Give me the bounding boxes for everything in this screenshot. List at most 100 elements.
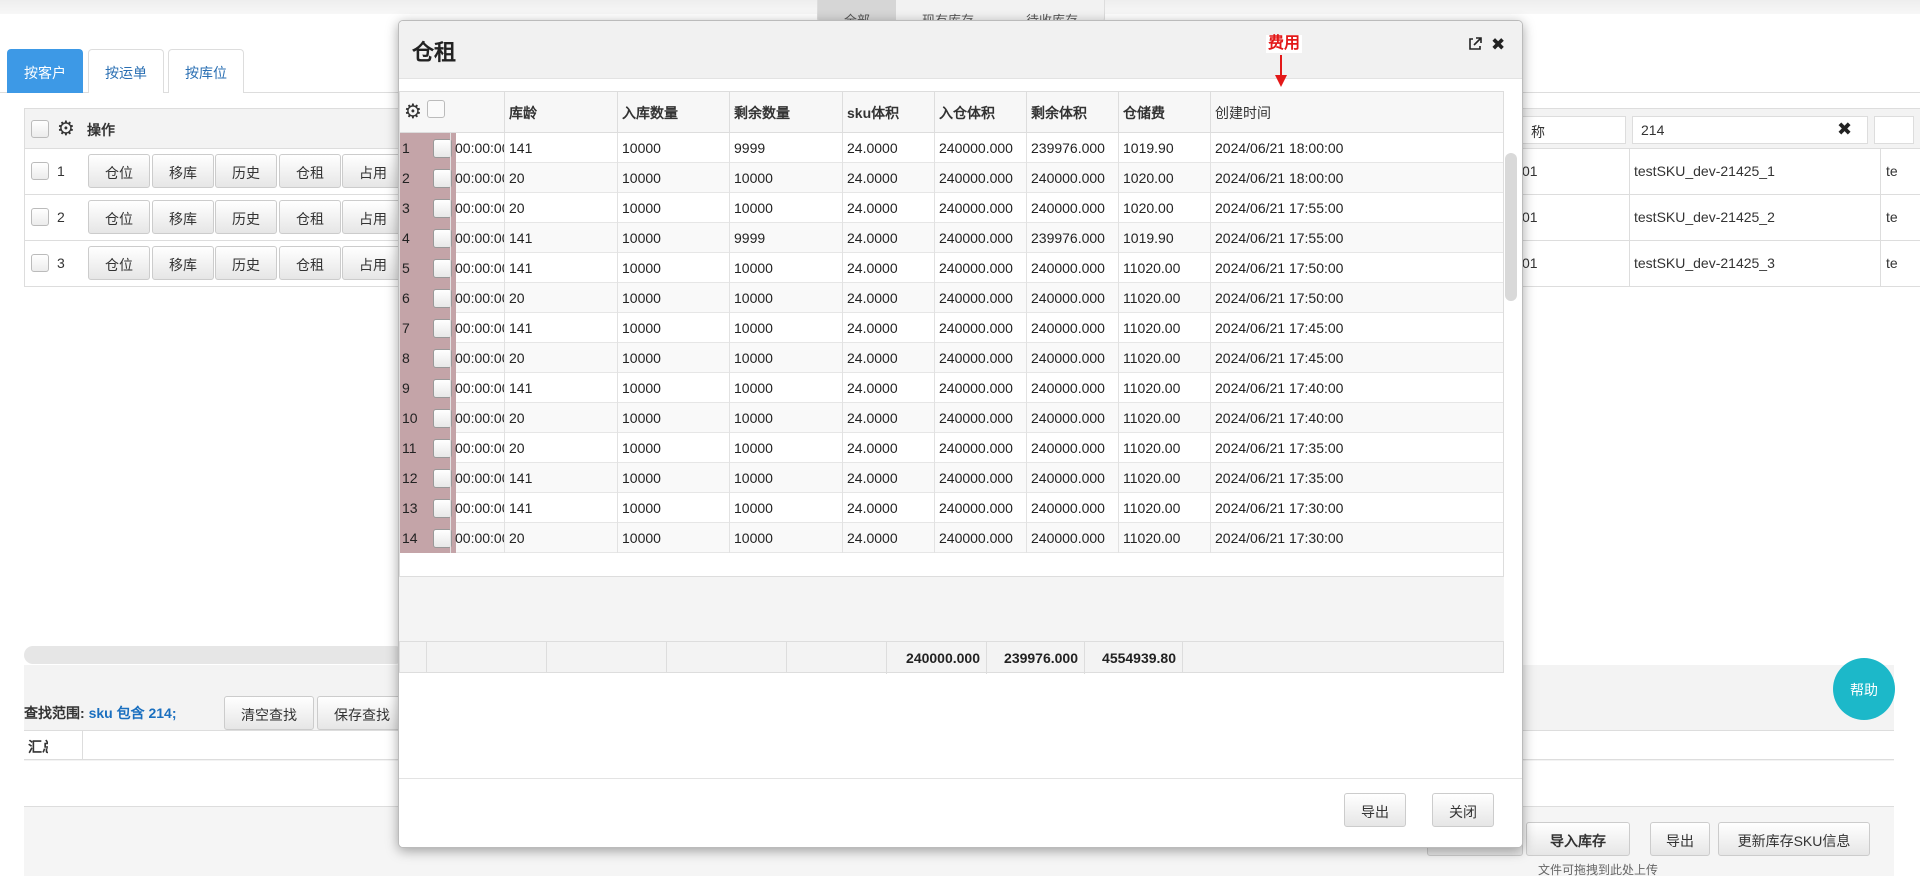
row-remaining-qty-cell: 10000	[729, 493, 842, 523]
col-header-in-qty[interactable]: 入库数量	[617, 92, 729, 133]
row-action-button[interactable]: 占用	[342, 154, 404, 188]
row-remaining-volume-cell: 240000.000	[1026, 373, 1118, 403]
tab-by-location[interactable]: 按库位	[168, 49, 244, 93]
row-in-volume-cell: 240000.000	[934, 193, 1026, 223]
row-fee-cell: 11020.00	[1118, 253, 1210, 283]
row-action-button[interactable]: 仓租	[279, 154, 341, 188]
row-in-qty-cell: 10000	[617, 223, 729, 253]
table-row[interactable]: 300:00:0020100001000024.0000240000.00024…	[400, 193, 1503, 223]
table-row[interactable]: 700:00:00141100001000024.0000240000.0002…	[400, 313, 1503, 343]
table-row[interactable]: 2 仓位 移库 历史 仓租 占用	[24, 195, 404, 241]
close-icon[interactable]: ✖	[1491, 36, 1505, 53]
row-in-qty-cell: 10000	[617, 493, 729, 523]
import-stock-button[interactable]: 导入库存	[1526, 822, 1630, 856]
grid-gear-icon[interactable]: ⚙	[404, 102, 422, 122]
total-in-volume: 240000.000	[886, 642, 986, 674]
table-row[interactable]: 1100:00:0020100001000024.0000240000.0002…	[400, 433, 1503, 463]
row-number: 5	[402, 260, 410, 276]
row-remaining-qty-cell: 9999	[729, 133, 842, 163]
row-action-button[interactable]: 占用	[342, 200, 404, 234]
row-checkbox[interactable]	[31, 254, 49, 272]
table-row[interactable]: 900:00:00141100001000024.0000240000.0002…	[400, 373, 1503, 403]
row-in-volume-cell: 240000.000	[934, 463, 1026, 493]
col-header-age[interactable]: 库龄	[504, 92, 617, 133]
table-row[interactable]: 1 仓位 移库 历史 仓租 占用	[24, 149, 404, 195]
name-filter-input[interactable]: 称	[1522, 116, 1626, 144]
row-checkbox[interactable]	[31, 162, 49, 180]
row-remaining-qty-cell: 10000	[729, 433, 842, 463]
table-row[interactable]: 800:00:0020100001000024.0000240000.00024…	[400, 343, 1503, 373]
row-checkbox[interactable]	[31, 208, 49, 226]
col-header-created-time[interactable]: 创建时间	[1210, 92, 1503, 133]
table-row[interactable]: 4 00:00:0014110000999924.0000240000.00023…	[400, 223, 1503, 253]
clear-filter-icon[interactable]: ✖	[1837, 119, 1852, 140]
sku-filter-input[interactable]: 214	[1632, 116, 1868, 144]
row-action-button[interactable]: 移库	[152, 200, 214, 234]
export-stock-button[interactable]: 导出	[1650, 822, 1710, 856]
row-code: 01	[1522, 255, 1538, 271]
col-header-remaining-qty[interactable]: 剩余数量	[729, 92, 842, 133]
table-row[interactable]: 01 testSKU_dev-21425_1 te	[1522, 149, 1920, 195]
row-action-button[interactable]: 仓租	[279, 200, 341, 234]
tab-by-customer[interactable]: 按客户	[7, 49, 83, 93]
table-row[interactable]: 1200:00:00141100001000024.0000240000.000…	[400, 463, 1503, 493]
row-action-button[interactable]: 移库	[152, 246, 214, 280]
row-sku: testSKU_dev-21425_1	[1634, 163, 1775, 179]
popout-icon[interactable]	[1468, 37, 1482, 55]
next-filter-input[interactable]	[1874, 116, 1914, 144]
row-action-button[interactable]: 仓位	[88, 200, 150, 234]
row-action-button[interactable]: 历史	[215, 246, 277, 280]
row-remaining-volume-cell: 240000.000	[1026, 193, 1118, 223]
row-sku-volume-cell: 24.0000	[842, 433, 934, 463]
row-created-cell: 2024/06/21 17:50:00	[1210, 283, 1503, 313]
operation-header: 操作	[87, 122, 115, 138]
table-row[interactable]: 3 仓位 移库 历史 仓租 占用	[24, 241, 404, 287]
dialog-header: 仓租 ✖	[399, 21, 1522, 79]
row-sku: testSKU_dev-21425_2	[1634, 209, 1775, 225]
col-header-remaining-volume[interactable]: 剩余体积	[1026, 92, 1118, 133]
dialog-export-button[interactable]: 导出	[1344, 793, 1406, 827]
table-row[interactable]: 1300:00:00141100001000024.0000240000.000…	[400, 493, 1503, 523]
row-time-cell: 00:00:00	[450, 223, 504, 253]
row-action-button[interactable]: 仓租	[279, 246, 341, 280]
col-header-storage-fee[interactable]: 仓储费	[1118, 92, 1210, 133]
row-action-button[interactable]: 仓位	[88, 246, 150, 280]
grid-vertical-scrollbar[interactable]	[1505, 153, 1517, 301]
totals-sep	[1182, 642, 1183, 672]
row-action-button[interactable]: 占用	[342, 246, 404, 280]
row-age-cell: 141	[504, 493, 617, 523]
table-row[interactable]: 500:00:00141100001000024.0000240000.0002…	[400, 253, 1503, 283]
table-row[interactable]: 01 testSKU_dev-21425_2 te	[1522, 195, 1920, 241]
update-sku-button[interactable]: 更新库存SKU信息	[1718, 822, 1870, 856]
row-remaining-volume-cell: 240000.000	[1026, 253, 1118, 283]
table-row[interactable]: 600:00:0020100001000024.0000240000.00024…	[400, 283, 1503, 313]
table-row[interactable]: 1 00:00:0014110000999924.0000240000.00023…	[400, 133, 1503, 163]
table-row[interactable]: 200:00:0020100001000024.0000240000.00024…	[400, 163, 1503, 193]
dialog-close-button[interactable]: 关闭	[1432, 793, 1494, 827]
clear-search-button[interactable]: 清空查找	[224, 696, 314, 730]
col-header-sku-volume[interactable]: sku体积	[842, 92, 934, 133]
col-sep	[1629, 149, 1630, 194]
frozen-cell: 5	[400, 253, 456, 283]
col-sep	[1629, 241, 1630, 286]
row-time-cell: 00:00:00	[450, 193, 504, 223]
col-header-in-volume[interactable]: 入仓体积	[934, 92, 1026, 133]
row-action-button[interactable]: 历史	[215, 154, 277, 188]
row-action-button[interactable]: 历史	[215, 200, 277, 234]
grid-body: 100:00:0014110000999924.0000240000.00023…	[400, 133, 1503, 553]
gear-icon[interactable]: ⚙	[57, 119, 75, 139]
grid-select-all-checkbox[interactable]	[427, 100, 445, 118]
row-action-button[interactable]: 仓位	[88, 154, 150, 188]
table-row[interactable]: 1400:00:0020100001000024.0000240000.0002…	[400, 523, 1503, 553]
main-table-scrollbar[interactable]	[24, 646, 404, 664]
table-row[interactable]: 01 testSKU_dev-21425_3 te	[1522, 241, 1920, 287]
table-row[interactable]: 1000:00:0020100001000024.0000240000.0002…	[400, 403, 1503, 433]
row-number: 6	[402, 290, 410, 306]
save-search-button[interactable]: 保存查找	[317, 696, 407, 730]
tab-by-waybill[interactable]: 按运单	[88, 49, 164, 93]
row-action-button[interactable]: 移库	[152, 154, 214, 188]
row-number: 12	[402, 470, 418, 486]
select-all-checkbox[interactable]	[31, 120, 49, 138]
row-age-cell: 141	[504, 313, 617, 343]
help-button[interactable]: 帮助	[1833, 658, 1895, 720]
